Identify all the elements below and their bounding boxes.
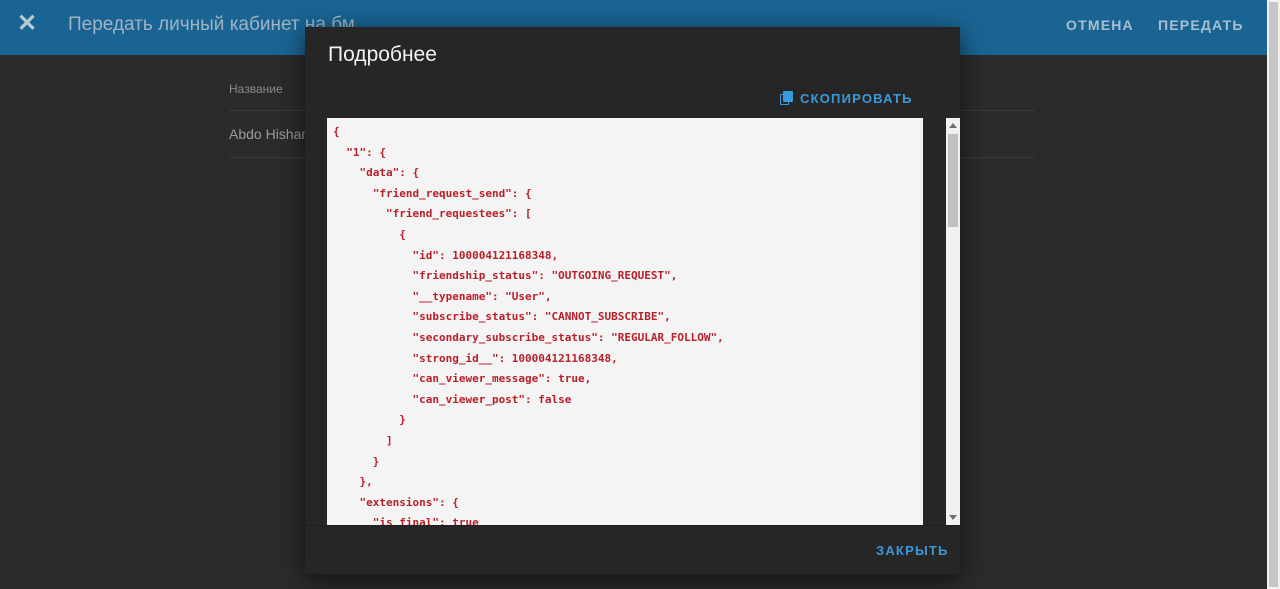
code-scrollbar[interactable] <box>946 118 960 525</box>
dialog-title: Подробнее <box>328 43 437 66</box>
page-scrollbar[interactable] <box>1267 0 1280 589</box>
close-dialog-button[interactable]: ЗАКРЫТЬ <box>876 543 949 558</box>
page-scrollbar-thumb[interactable] <box>1269 2 1278 587</box>
close-icon[interactable]: ✕ <box>16 12 38 36</box>
copy-icon <box>780 91 793 105</box>
scroll-down-arrow-icon[interactable] <box>949 515 957 520</box>
scroll-up-arrow-icon[interactable] <box>949 123 957 128</box>
dialog-footer-divider <box>305 525 960 526</box>
copy-button-label: СКОПИРОВАТЬ <box>800 90 913 106</box>
json-code-text: { "1": { "data": { "friend_request_send"… <box>333 125 724 525</box>
cancel-button[interactable]: ОТМЕНА <box>1066 17 1134 33</box>
row-name: Abdo Hishan <box>229 126 310 142</box>
copy-button[interactable]: СКОПИРОВАТЬ <box>780 89 913 107</box>
json-code-view[interactable]: { "1": { "data": { "friend_request_send"… <box>327 118 923 525</box>
details-dialog: Подробнее СКОПИРОВАТЬ { "1": { "data": {… <box>305 27 960 574</box>
code-scrollbar-thumb[interactable] <box>948 134 958 227</box>
transfer-button[interactable]: ПЕРЕДАТЬ <box>1158 17 1244 33</box>
